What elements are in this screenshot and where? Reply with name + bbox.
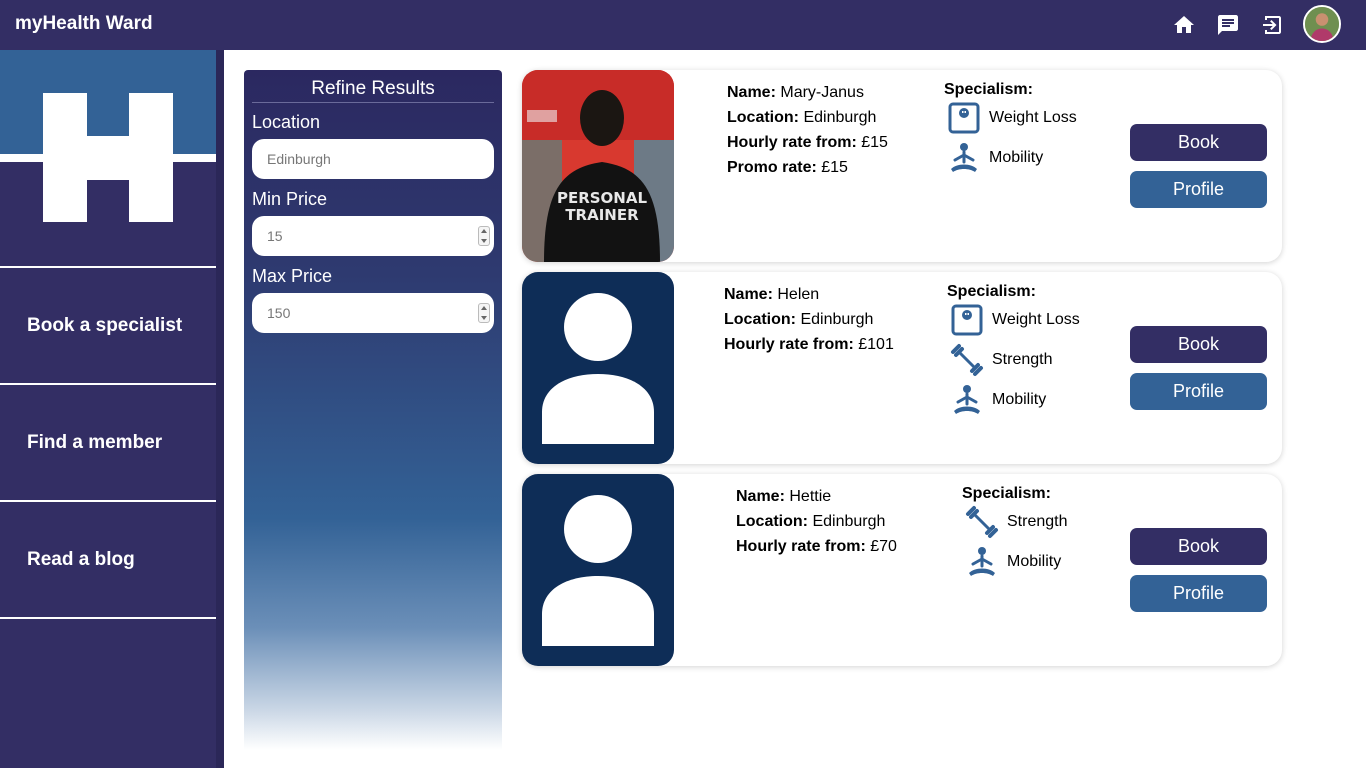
min-price-placeholder: 15 — [267, 228, 283, 244]
specialist-location: Edinburgh — [800, 311, 874, 328]
max-price-stepper[interactable] — [478, 303, 490, 323]
hourly-label: Hourly rate from: — [736, 538, 866, 555]
specialism-item: Weight Loss — [950, 303, 1080, 337]
max-price-label: Max Price — [252, 266, 333, 286]
refine-panel: Refine Results Location Edinburgh Min Pr… — [244, 70, 502, 750]
specialism-label: Strength — [1007, 513, 1068, 530]
default-avatar — [522, 474, 674, 666]
book-button[interactable]: Book — [1130, 528, 1267, 565]
specialist-name: Mary-Janus — [780, 84, 864, 101]
dumbbell-icon — [950, 343, 984, 377]
default-avatar — [522, 272, 674, 464]
top-bar: myHealth Ward — [0, 0, 1366, 50]
promo-label: Promo rate: — [727, 159, 817, 176]
specialism-label: Mobility — [989, 149, 1044, 166]
location-label: Location: — [736, 513, 808, 530]
specialist-promo: £15 — [821, 159, 848, 176]
max-price-input[interactable]: 150 — [252, 293, 494, 333]
min-price-input[interactable]: 15 — [252, 216, 494, 256]
yoga-icon — [950, 383, 984, 417]
specialism-label: Weight Loss — [992, 311, 1080, 328]
specialism-title: Specialism: — [947, 283, 1036, 300]
sidebar-item-label: Read a blog — [27, 548, 135, 570]
chat-icon[interactable] — [1216, 13, 1240, 37]
specialism-item: Mobility — [947, 141, 1043, 175]
profile-button[interactable]: Profile — [1130, 575, 1267, 612]
specialist-card-3: Name: Hettie Location: Edinburgh Hourly … — [522, 474, 1282, 666]
name-label: Name: — [727, 84, 776, 101]
specialism-item: Weight Loss — [947, 101, 1077, 135]
app-title: myHealth Ward — [15, 13, 153, 34]
specialist-hourly: £15 — [861, 134, 888, 151]
specialism-label: Mobility — [992, 391, 1047, 408]
specialist-name: Helen — [777, 286, 820, 303]
yoga-icon — [947, 141, 981, 175]
name-label: Name: — [724, 286, 773, 303]
location-label: Location: — [724, 311, 796, 328]
max-price-placeholder: 150 — [267, 305, 291, 321]
location-label: Location: — [727, 109, 799, 126]
personal-trainer-photo: PERSONAL TRAINER — [522, 70, 674, 262]
sidebar-edge — [216, 50, 224, 768]
profile-button[interactable]: Profile — [1130, 373, 1267, 410]
sidebar-item-book-specialist[interactable]: Book a specialist — [0, 266, 216, 383]
scale-icon — [950, 303, 984, 337]
location-input[interactable]: Edinburgh — [252, 139, 494, 179]
location-label: Location — [252, 112, 321, 132]
shirt-text-line2: TRAINER — [565, 206, 639, 224]
sidebar-item-label: Book a specialist — [27, 314, 183, 336]
yoga-icon — [965, 545, 999, 579]
user-avatar[interactable] — [1303, 5, 1341, 43]
specialism-label: Weight Loss — [989, 109, 1077, 126]
specialism-label: Strength — [992, 351, 1053, 368]
scale-icon — [947, 101, 981, 135]
sidebar: Book a specialist Find a member Read a b… — [0, 50, 216, 768]
book-button[interactable]: Book — [1130, 124, 1267, 161]
specialism-item: Mobility — [950, 383, 1046, 417]
logout-icon[interactable] — [1260, 13, 1284, 37]
specialist-location: Edinburgh — [812, 513, 886, 530]
specialist-location: Edinburgh — [803, 109, 877, 126]
sidebar-divider — [0, 617, 216, 619]
logo — [0, 50, 216, 266]
home-icon[interactable] — [1172, 13, 1196, 37]
specialist-hourly: £70 — [870, 538, 897, 555]
specialist-info: Name: Helen Location: Edinburgh Hourly r… — [724, 282, 894, 357]
specialism-title: Specialism: — [944, 81, 1033, 98]
refine-title: Refine Results — [252, 78, 494, 103]
sidebar-item-label: Find a member — [27, 431, 163, 453]
specialism-label: Mobility — [1007, 553, 1062, 570]
hourly-label: Hourly rate from: — [724, 336, 854, 353]
min-price-stepper[interactable] — [478, 226, 490, 246]
name-label: Name: — [736, 488, 785, 505]
specialism-item: Strength — [950, 343, 1052, 377]
specialist-card-2: Name: Helen Location: Edinburgh Hourly r… — [522, 272, 1282, 464]
sidebar-item-read-blog[interactable]: Read a blog — [0, 500, 216, 617]
specialist-name: Hettie — [789, 488, 832, 505]
specialism-item: Mobility — [965, 545, 1061, 579]
specialism-title: Specialism: — [962, 485, 1051, 502]
book-button[interactable]: Book — [1130, 326, 1267, 363]
specialist-info: Name: Mary-Janus Location: Edinburgh Hou… — [727, 80, 888, 180]
profile-button[interactable]: Profile — [1130, 171, 1267, 208]
location-placeholder: Edinburgh — [267, 151, 331, 167]
shirt-text-line1: PERSONAL — [557, 189, 648, 207]
dumbbell-icon — [965, 505, 999, 539]
specialist-hourly: £101 — [858, 336, 894, 353]
min-price-label: Min Price — [252, 189, 328, 209]
specialist-info: Name: Hettie Location: Edinburgh Hourly … — [736, 484, 897, 559]
hourly-label: Hourly rate from: — [727, 134, 857, 151]
specialist-card-1: PERSONAL TRAINER Name: Mary-Janus Locati… — [522, 70, 1282, 262]
specialism-item: Strength — [965, 505, 1067, 539]
sidebar-item-find-member[interactable]: Find a member — [0, 383, 216, 500]
